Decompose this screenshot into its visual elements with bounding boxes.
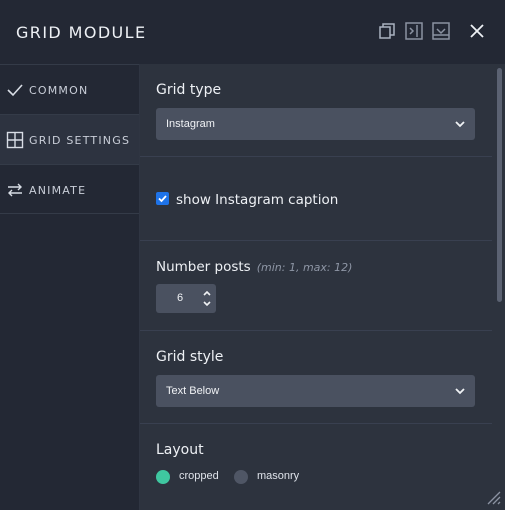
layout-masonry-label: masonry <box>257 470 300 482</box>
instagram-caption-checkbox[interactable] <box>156 192 169 205</box>
number-posts-hint: (min: 1, max: 12) <box>256 261 353 274</box>
layout-masonry-radio[interactable] <box>234 470 248 484</box>
tab-common-label: COMMON <box>29 84 89 97</box>
close-icon[interactable] <box>467 21 487 41</box>
layout-cropped-radio[interactable] <box>156 470 170 484</box>
swap-arrows-icon <box>6 181 24 199</box>
grid-style-label: Grid style <box>156 349 224 365</box>
tab-animate[interactable]: ANIMATE <box>0 164 139 214</box>
collapse-right-icon[interactable] <box>404 21 424 41</box>
layout-cropped-label: cropped <box>179 470 219 482</box>
instagram-caption-label: show Instagram caption <box>176 192 339 208</box>
checkmark-icon <box>6 81 24 99</box>
chevron-down-icon <box>453 117 467 131</box>
chevron-down-icon <box>453 384 467 398</box>
decrement-icon[interactable] <box>202 299 212 309</box>
tab-grid-settings[interactable]: GRID SETTINGS <box>0 114 139 164</box>
number-posts-label-text: Number posts <box>156 259 251 275</box>
number-posts-label: Number posts (min: 1, max: 12) <box>156 259 352 275</box>
sidebar-nav: COMMON GRID SETTINGS ANIMATE <box>0 64 140 510</box>
scrollbar-thumb[interactable] <box>497 68 502 302</box>
grid-style-value: Text Below <box>166 385 220 397</box>
tab-animate-label: ANIMATE <box>29 184 87 197</box>
tab-grid-settings-label: GRID SETTINGS <box>29 134 131 147</box>
grid-style-select[interactable]: Text Below <box>156 375 475 407</box>
layout-label: Layout <box>156 442 204 458</box>
module-header: GRID MODULE <box>0 0 505 64</box>
increment-icon[interactable] <box>202 288 212 298</box>
tab-common[interactable]: COMMON <box>0 64 139 114</box>
grid-type-select[interactable]: Instagram <box>156 108 475 140</box>
grid-icon <box>6 131 24 149</box>
resize-handle-icon[interactable] <box>485 489 501 505</box>
number-posts-stepper[interactable]: 6 <box>156 284 216 313</box>
module-title: GRID MODULE <box>16 23 147 42</box>
save-to-library-icon[interactable] <box>431 21 451 41</box>
grid-type-label: Grid type <box>156 82 222 98</box>
number-posts-value: 6 <box>177 292 184 304</box>
copy-icon[interactable] <box>377 21 397 41</box>
grid-type-value: Instagram <box>166 118 215 130</box>
settings-panel: Grid type Instagram show Instagram capti… <box>140 64 492 510</box>
